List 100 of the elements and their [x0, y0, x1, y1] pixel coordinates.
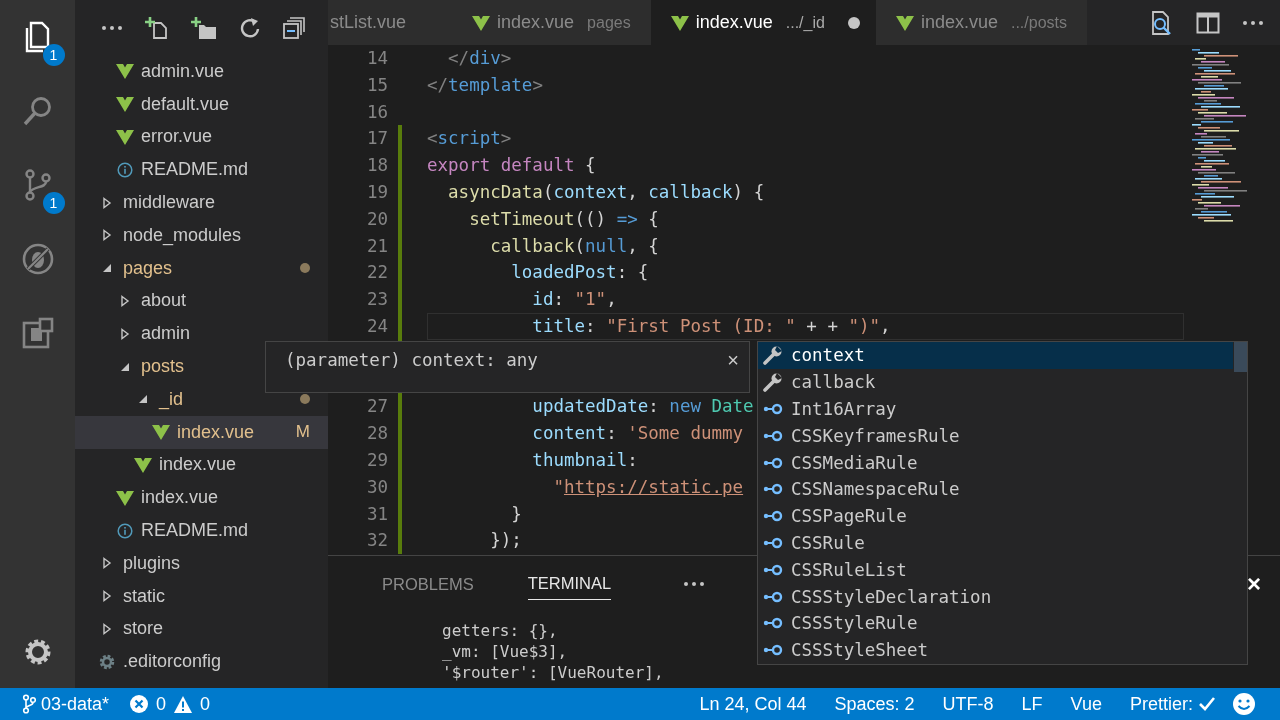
suggestion-item[interactable]: CSSStyleDeclaration: [758, 583, 1233, 610]
status-item[interactable]: UTF-8: [942, 693, 994, 715]
status-item[interactable]: Ln 24, Col 44: [699, 693, 807, 715]
error-count[interactable]: 0: [156, 693, 167, 715]
collapsed-triangle-icon[interactable]: [119, 294, 131, 307]
tree-item[interactable]: static: [75, 579, 328, 613]
tree-item[interactable]: admin: [75, 317, 328, 351]
suggestion-item[interactable]: CSSRuleList: [758, 556, 1233, 584]
more-icon[interactable]: [1242, 18, 1264, 27]
branch-icon: [22, 694, 36, 714]
line-number: 18: [366, 155, 388, 176]
suggestion-item[interactable]: CSSNamespaceRule: [758, 476, 1233, 503]
branch-indicator[interactable]: 03-data*: [22, 693, 110, 715]
interface-icon: [763, 429, 783, 442]
suggestion-item[interactable]: Int16Array: [758, 395, 1233, 423]
suggestion-item[interactable]: CSSRule: [758, 529, 1233, 557]
wrench-icon: [763, 345, 783, 366]
tree-item[interactable]: README.md: [75, 514, 328, 547]
editor-tab[interactable]: index.vue pages: [452, 0, 651, 45]
extensions-icon[interactable]: [20, 316, 55, 350]
error-icon[interactable]: [129, 694, 150, 714]
bug-icon[interactable]: [20, 242, 55, 276]
code-line: <script>: [427, 127, 512, 151]
smiley-icon[interactable]: [1232, 692, 1256, 716]
editor-tab[interactable]: index.vue .../posts: [875, 0, 1087, 45]
suggestion-item[interactable]: CSSKeyframesRule: [758, 422, 1233, 450]
collapse-all-icon[interactable]: [283, 16, 305, 39]
new-file-icon[interactable]: [145, 15, 169, 40]
tree-item[interactable]: error.vue: [75, 120, 328, 154]
line-number: 16: [366, 101, 388, 122]
terminal-line: '$router': [VueRouter],: [442, 662, 664, 683]
collapsed-triangle-icon[interactable]: [101, 622, 113, 635]
tree-item[interactable]: README.md: [75, 153, 328, 187]
wrench-icon: [763, 372, 783, 393]
tree-item[interactable]: default.vue: [75, 87, 328, 121]
more-icon[interactable]: [683, 580, 706, 588]
tree-item[interactable]: about: [75, 284, 328, 318]
tree-item[interactable]: admin.vue: [75, 55, 328, 88]
terminal-line: getters: {},: [442, 620, 558, 641]
tree-item[interactable]: middleware: [75, 186, 328, 219]
suggestion-item[interactable]: context: [758, 342, 1233, 369]
code-line: }: [510, 502, 522, 526]
tree-item[interactable]: _id: [75, 382, 328, 416]
suggestion-item[interactable]: CSSPageRule: [758, 502, 1233, 530]
interface-icon: [763, 456, 783, 469]
suggestion-item[interactable]: CSSMediaRule: [758, 449, 1233, 476]
code-line: updatedDate: new Date: [531, 395, 754, 419]
vue-logo-icon: [472, 14, 491, 31]
warning-count[interactable]: 0: [200, 693, 211, 715]
suggestion-item[interactable]: CSSStyleRule: [758, 609, 1233, 637]
expanded-triangle-icon[interactable]: [101, 262, 113, 275]
unsaved-dot[interactable]: [847, 16, 860, 29]
line-number: 17: [366, 128, 388, 149]
tree-item[interactable]: plugins: [75, 546, 328, 580]
tree-item[interactable]: node_modules: [75, 219, 328, 252]
editor-tab[interactable]: stList.vue: [328, 0, 453, 45]
tree-item[interactable]: .editorconfig: [75, 645, 328, 679]
close-button[interactable]: ×: [727, 348, 739, 372]
interface-icon: [763, 590, 783, 603]
collapsed-triangle-icon[interactable]: [101, 590, 113, 603]
close-button[interactable]: ×: [1247, 570, 1261, 598]
warning-icon[interactable]: [173, 694, 194, 714]
suggestion-item[interactable]: CSSStyleSheet: [758, 636, 1233, 664]
tree-item[interactable]: index.vue M: [75, 415, 328, 449]
code-line: thumbnail:: [531, 448, 638, 472]
collapsed-triangle-icon[interactable]: [119, 327, 131, 340]
code-line: title: "First Post (ID: " + + ")",: [427, 312, 1184, 340]
tooltip-text: (parameter) context: any: [285, 350, 538, 370]
vue-logo-icon: [116, 489, 134, 506]
line-number: 29: [366, 449, 388, 470]
code-line: id: "1",: [531, 288, 617, 312]
status-item[interactable]: Prettier:: [1129, 693, 1216, 715]
code-line: asyncData(context, callback) {: [447, 181, 765, 204]
split-editor-icon[interactable]: [1196, 11, 1220, 34]
status-item[interactable]: Vue: [1070, 693, 1102, 715]
suggestion-item[interactable]: callback: [758, 368, 1233, 396]
vue-logo-icon: [895, 14, 914, 31]
more-icon[interactable]: [101, 23, 123, 32]
line-number: 15: [366, 74, 388, 95]
scrollbar-thumb[interactable]: [1234, 342, 1247, 372]
line-number: 21: [366, 235, 388, 256]
panel-tab[interactable]: PROBLEMS: [382, 568, 474, 600]
tree-item[interactable]: index.vue: [75, 481, 328, 515]
status-item[interactable]: LF: [1021, 693, 1043, 715]
new-folder-icon[interactable]: [191, 15, 217, 40]
panel-tab[interactable]: TERMINAL: [527, 568, 612, 600]
refresh-icon[interactable]: [239, 16, 261, 39]
line-number: 22: [366, 262, 388, 283]
info-icon: [117, 161, 133, 178]
status-item[interactable]: Spaces: 2: [834, 693, 915, 715]
collapsed-triangle-icon[interactable]: [101, 557, 113, 570]
expanded-triangle-icon[interactable]: [137, 393, 149, 406]
tree-item[interactable]: store: [75, 612, 328, 646]
vue-logo-icon: [152, 424, 170, 441]
collapsed-triangle-icon[interactable]: [101, 196, 113, 209]
editor-tab[interactable]: index.vue .../_id: [650, 0, 876, 45]
tree-item[interactable]: pages: [75, 251, 328, 285]
tree-item[interactable]: index.vue: [75, 448, 328, 482]
collapsed-triangle-icon[interactable]: [101, 229, 113, 242]
line-number: 24: [366, 315, 388, 336]
